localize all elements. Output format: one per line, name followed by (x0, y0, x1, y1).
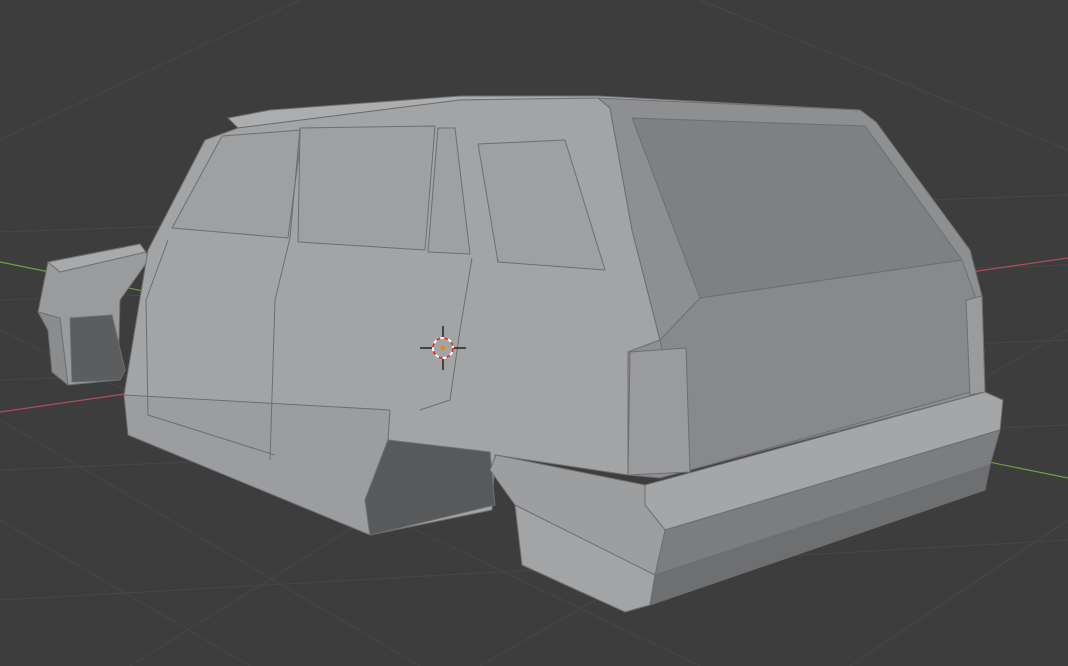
3d-viewport[interactable] (0, 0, 1068, 666)
car-body-mesh[interactable] (37, 95, 1004, 613)
